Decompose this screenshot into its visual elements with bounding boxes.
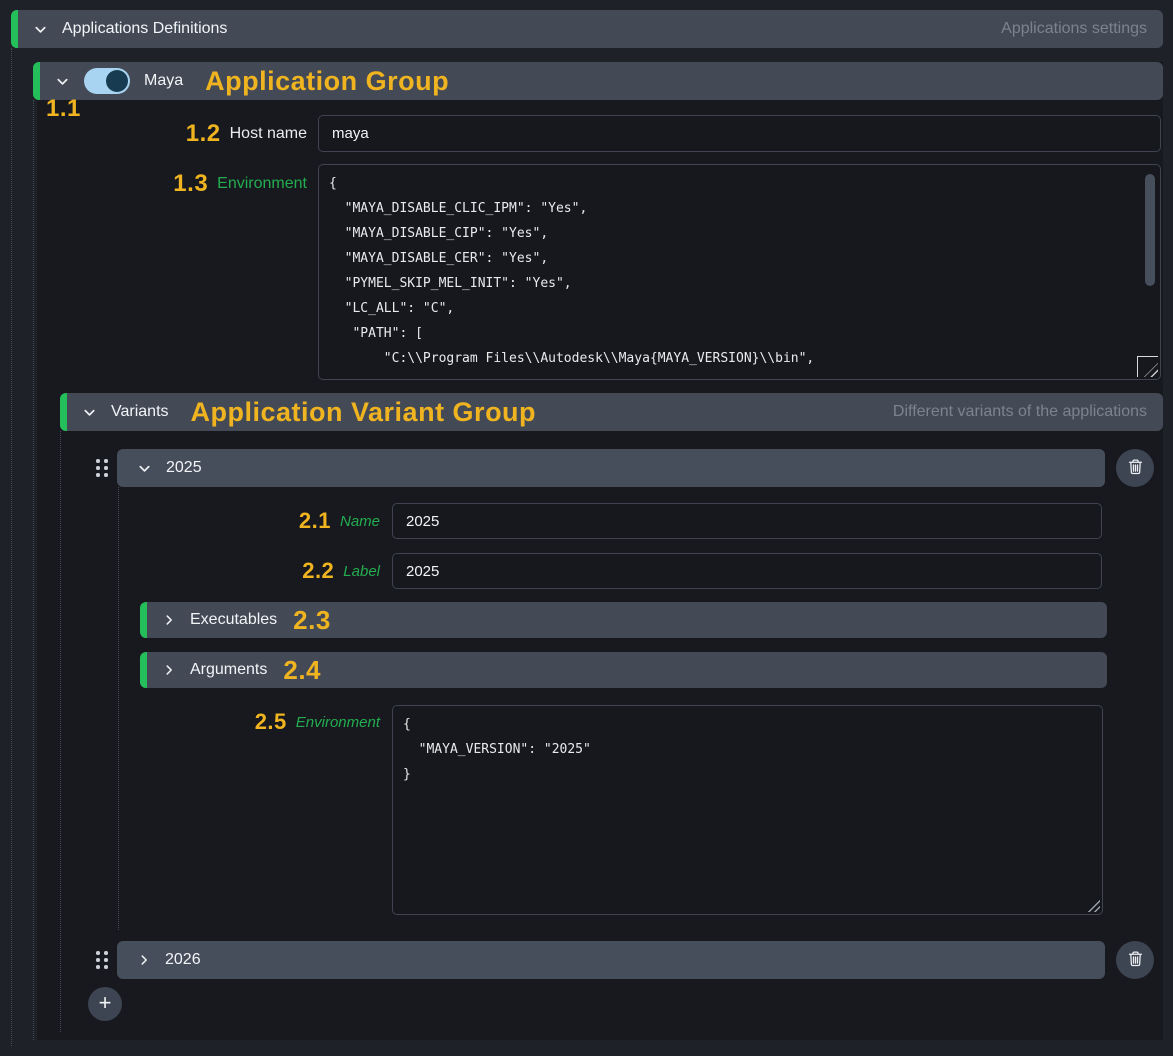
drag-handle[interactable] — [96, 951, 108, 971]
executables-label: Executables — [190, 611, 277, 629]
maya-enabled-toggle[interactable] — [84, 68, 130, 94]
green-accent-bar — [11, 10, 18, 48]
trash-icon — [1127, 950, 1144, 970]
label-label-row: 2.2 Label — [0, 553, 380, 589]
green-accent-bar — [60, 393, 67, 431]
name-label-row: 2.1 Name — [0, 503, 380, 539]
environment-json-text[interactable]: { "MAYA_DISABLE_CLIC_IPM": "Yes", "MAYA_… — [319, 165, 1160, 377]
editor-scrollbar[interactable] — [1145, 174, 1155, 286]
green-accent-bar — [33, 62, 40, 100]
host-name-label: Host name — [230, 125, 307, 143]
name-label: Name — [340, 513, 380, 530]
variant-group-annotation: Application Variant Group — [191, 397, 537, 428]
application-group-annotation: Application Group — [205, 66, 449, 97]
delete-variant-button[interactable] — [1116, 449, 1154, 487]
arguments-label: Arguments — [190, 661, 267, 679]
annotation-2-3: 2.3 — [293, 605, 331, 636]
resize-handle[interactable] — [1087, 899, 1100, 912]
drag-handle[interactable] — [96, 459, 108, 479]
variants-note: Different variants of the applications — [893, 403, 1147, 421]
variant-name-input[interactable] — [392, 503, 1102, 539]
variant-2026-header[interactable]: 2026 — [117, 941, 1105, 979]
annotation-2-4: 2.4 — [283, 655, 321, 686]
variants-group-header[interactable]: Variants Application Variant Group Diffe… — [60, 393, 1163, 431]
environment-label: Environment — [217, 175, 307, 193]
add-variant-button[interactable]: + — [88, 987, 122, 1021]
resize-handle[interactable] — [1137, 356, 1158, 377]
variant-environment-json-editor[interactable]: { "MAYA_VERSION": "2025" } — [392, 705, 1103, 915]
maya-group-label: Maya — [144, 72, 183, 90]
environment-label-row: 1.3 Environment — [0, 164, 307, 204]
chevron-down-icon[interactable] — [82, 405, 97, 420]
maya-group-header[interactable]: Maya Application Group — [33, 62, 1163, 100]
chevron-down-icon[interactable] — [33, 22, 48, 37]
applications-definitions-header[interactable]: Applications Definitions Applications se… — [11, 10, 1163, 48]
arguments-header[interactable]: Arguments 2.4 — [140, 652, 1107, 688]
environment-json-editor[interactable]: { "MAYA_DISABLE_CLIC_IPM": "Yes", "MAYA_… — [318, 164, 1161, 380]
green-accent-bar — [140, 602, 147, 638]
host-name-input[interactable] — [318, 115, 1161, 152]
delete-variant-button[interactable] — [1116, 941, 1154, 979]
executables-header[interactable]: Executables 2.3 — [140, 602, 1107, 638]
green-accent-bar — [140, 652, 147, 688]
annotation-1-2: 1.2 — [186, 120, 221, 148]
annotation-1-3: 1.3 — [173, 170, 208, 198]
variant-title: 2026 — [165, 951, 201, 969]
toggle-knob — [106, 70, 128, 92]
variants-label: Variants — [111, 403, 169, 421]
chevron-down-icon[interactable] — [137, 461, 152, 476]
page-title: Applications Definitions — [62, 20, 227, 38]
annotation-1-1: 1.1 — [46, 95, 81, 123]
chevron-right-icon[interactable] — [162, 663, 176, 677]
variant-environment-label: Environment — [296, 714, 380, 731]
variant-label-input[interactable] — [392, 553, 1102, 589]
chevron-right-icon[interactable] — [137, 953, 151, 967]
label-label: Label — [343, 563, 380, 580]
variant-2025-header[interactable]: 2025 — [117, 449, 1105, 487]
chevron-down-icon[interactable] — [55, 74, 70, 89]
annotation-2-1: 2.1 — [299, 508, 331, 534]
header-note: Applications settings — [1001, 20, 1147, 38]
annotation-2-2: 2.2 — [302, 558, 334, 584]
variant-title: 2025 — [166, 459, 202, 477]
trash-icon — [1127, 458, 1144, 478]
annotation-2-5: 2.5 — [255, 709, 287, 735]
chevron-right-icon[interactable] — [162, 613, 176, 627]
applications-settings-page: Applications Definitions Applications se… — [0, 0, 1173, 1056]
plus-icon: + — [99, 992, 112, 1014]
variant-environment-label-row: 2.5 Environment — [0, 703, 380, 741]
variant-environment-json-text[interactable]: { "MAYA_VERSION": "2025" } — [393, 706, 1102, 793]
